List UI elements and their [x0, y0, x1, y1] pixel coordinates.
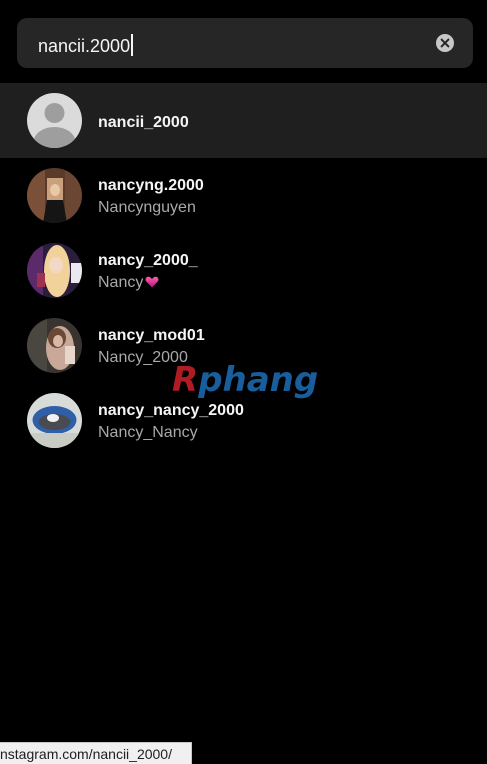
text-caret — [131, 34, 133, 56]
photo-avatar — [27, 318, 82, 373]
clear-circle-icon[interactable] — [436, 34, 454, 52]
result-fullname: Nancy — [98, 274, 468, 292]
result-username: nancy_2000_ — [98, 252, 198, 269]
photo-avatar — [27, 243, 82, 298]
result-username: nancy_mod01 — [98, 327, 205, 344]
result-fullname: Nancy_Nancy — [98, 424, 198, 441]
watermark-logo: Rphang — [172, 360, 319, 400]
list-item[interactable]: nancy_2000_ Nancy — [0, 233, 487, 308]
status-bar-url: nstagram.com/nancii_2000/ — [0, 742, 192, 764]
search-panel: nancii.2000 nancii_2000 nancyng.2000 Nan… — [0, 0, 487, 764]
pink-heart-emoji — [145, 276, 159, 288]
search-input[interactable]: nancii.2000 — [38, 34, 133, 56]
result-username: nancii_2000 — [98, 114, 189, 131]
default-avatar — [27, 93, 82, 148]
search-box[interactable]: nancii.2000 — [17, 18, 473, 68]
photo-avatar — [27, 393, 82, 448]
list-item[interactable]: nancii_2000 — [0, 83, 487, 158]
result-username: nancy_nancy_2000 — [98, 402, 244, 419]
result-username: nancyng.2000 — [98, 177, 204, 194]
photo-avatar — [27, 168, 82, 223]
result-fullname: Nancynguyen — [98, 199, 196, 216]
search-results-list: nancii_2000 nancyng.2000 Nancynguyen nan… — [0, 83, 487, 458]
list-item[interactable]: nancyng.2000 Nancynguyen — [0, 158, 487, 233]
